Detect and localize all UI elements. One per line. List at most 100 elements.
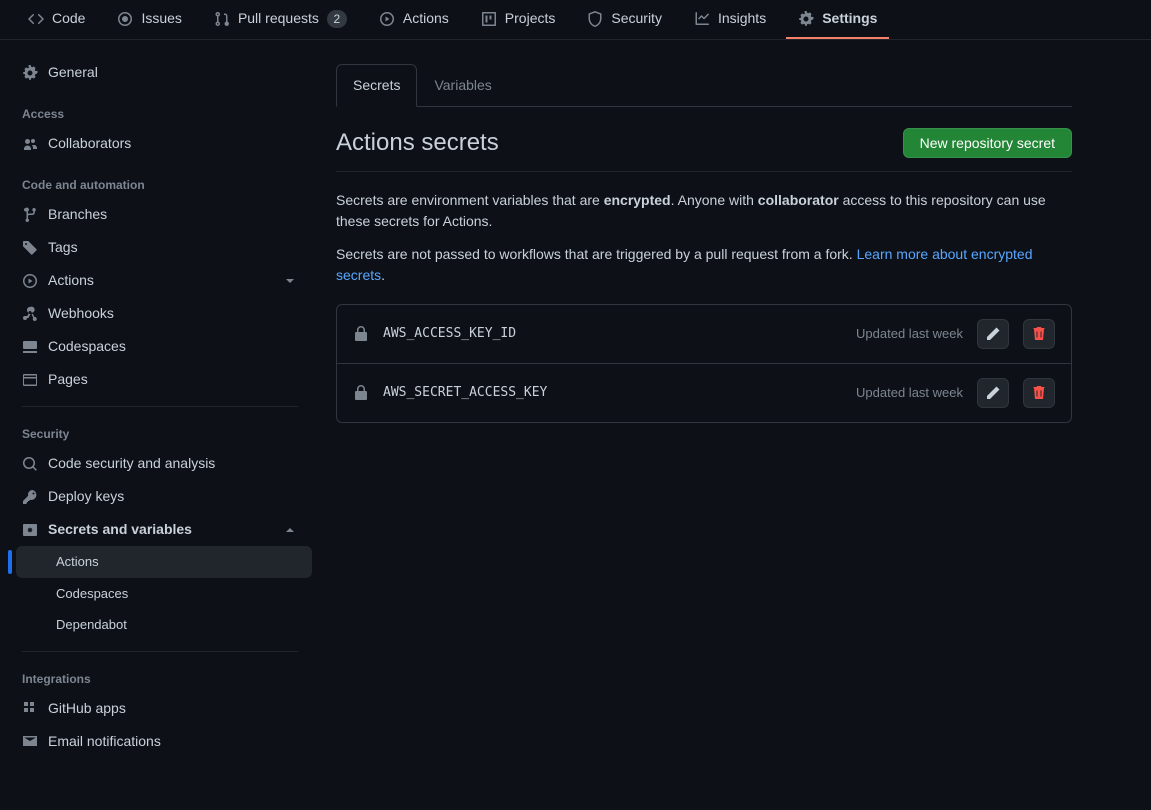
sidebar-webhooks[interactable]: Webhooks [8, 297, 312, 330]
sidebar-branches-label: Branches [48, 204, 107, 225]
sidebar-branches[interactable]: Branches [8, 198, 312, 231]
sidebar-sub-dependabot-label: Dependabot [56, 617, 127, 632]
key-icon [22, 489, 38, 505]
nav-pr-label: Pull requests [238, 8, 319, 29]
sidebar-heading-integrations: Integrations [8, 662, 312, 692]
secrets-description-2: Secrets are not passed to workflows that… [336, 244, 1072, 286]
repo-nav: Code Issues Pull requests 2 Actions Proj… [0, 0, 1151, 40]
nav-insights-label: Insights [718, 8, 766, 29]
code-icon [28, 11, 44, 27]
sidebar-general-label: General [48, 62, 98, 83]
webhook-icon [22, 306, 38, 322]
chevron-down-icon [282, 273, 298, 289]
nav-pull-requests[interactable]: Pull requests 2 [202, 0, 359, 39]
sidebar-github-apps[interactable]: GitHub apps [8, 692, 312, 725]
play-icon [22, 273, 38, 289]
nav-security-label: Security [611, 8, 662, 29]
nav-projects-label: Projects [505, 8, 556, 29]
new-secret-button[interactable]: New repository secret [903, 128, 1072, 158]
sidebar-tags-label: Tags [48, 237, 78, 258]
people-icon [22, 136, 38, 152]
sidebar-code-security-label: Code security and analysis [48, 453, 215, 474]
shield-icon [587, 11, 603, 27]
nav-settings-label: Settings [822, 8, 877, 29]
sidebar-deploy-keys[interactable]: Deploy keys [8, 480, 312, 513]
nav-actions-label: Actions [403, 8, 449, 29]
sidebar-secrets-variables[interactable]: Secrets and variables [8, 513, 312, 546]
secret-updated: Updated last week [856, 383, 963, 403]
sidebar-pages-label: Pages [48, 369, 88, 390]
sidebar-actions[interactable]: Actions [8, 264, 312, 297]
sidebar-webhooks-label: Webhooks [48, 303, 114, 324]
delete-secret-button[interactable] [1023, 319, 1055, 349]
sidebar-deploy-keys-label: Deploy keys [48, 486, 124, 507]
sidebar-heading-security: Security [8, 417, 312, 447]
secret-row: AWS_ACCESS_KEY_ID Updated last week [337, 305, 1071, 364]
sidebar-codespaces[interactable]: Codespaces [8, 330, 312, 363]
sidebar-general[interactable]: General [8, 56, 312, 89]
page-title: Actions secrets [336, 125, 499, 161]
secret-updated: Updated last week [856, 324, 963, 344]
lock-icon [353, 326, 369, 342]
sidebar-separator [22, 651, 298, 652]
tab-secrets[interactable]: Secrets [336, 64, 417, 107]
edit-secret-button[interactable] [977, 378, 1009, 408]
secrets-description-1: Secrets are environment variables that a… [336, 190, 1072, 232]
sidebar-sub-codespaces[interactable]: Codespaces [16, 578, 312, 610]
sidebar-github-apps-label: GitHub apps [48, 698, 126, 719]
trash-icon [1031, 385, 1047, 401]
gear-icon [22, 65, 38, 81]
sidebar-secrets-vars-label: Secrets and variables [48, 519, 192, 540]
trash-icon [1031, 326, 1047, 342]
sidebar-heading-access: Access [8, 97, 312, 127]
secret-name: AWS_SECRET_ACCESS_KEY [383, 383, 842, 403]
sidebar-collaborators-label: Collaborators [48, 133, 131, 154]
browser-icon [22, 372, 38, 388]
mail-icon [22, 733, 38, 749]
nav-security[interactable]: Security [575, 0, 674, 39]
sidebar-actions-label: Actions [48, 270, 94, 291]
nav-issues-label: Issues [141, 8, 181, 29]
settings-sidebar: General Access Collaborators Code and au… [0, 40, 320, 774]
delete-secret-button[interactable] [1023, 378, 1055, 408]
nav-projects[interactable]: Projects [469, 0, 568, 39]
secret-row: AWS_SECRET_ACCESS_KEY Updated last week [337, 364, 1071, 422]
key-asterisk-icon [22, 522, 38, 538]
sidebar-sub-codespaces-label: Codespaces [56, 586, 128, 601]
nav-settings[interactable]: Settings [786, 0, 889, 39]
nav-code[interactable]: Code [16, 0, 97, 39]
pr-count-badge: 2 [327, 10, 347, 28]
secret-name: AWS_ACCESS_KEY_ID [383, 324, 842, 344]
codespaces-icon [22, 339, 38, 355]
secrets-list: AWS_ACCESS_KEY_ID Updated last week AWS_… [336, 304, 1072, 423]
sidebar-sub-actions-label: Actions [56, 554, 99, 569]
issue-icon [117, 11, 133, 27]
sidebar-collaborators[interactable]: Collaborators [8, 127, 312, 160]
tab-variables[interactable]: Variables [417, 64, 508, 107]
sidebar-sub-dependabot[interactable]: Dependabot [16, 609, 312, 641]
main-content: Secrets Variables Actions secrets New re… [320, 40, 1120, 774]
secrets-tabs: Secrets Variables [336, 64, 1072, 107]
pencil-icon [985, 326, 1001, 342]
edit-secret-button[interactable] [977, 319, 1009, 349]
lock-icon [353, 385, 369, 401]
sidebar-tags[interactable]: Tags [8, 231, 312, 264]
nav-insights[interactable]: Insights [682, 0, 778, 39]
sidebar-pages[interactable]: Pages [8, 363, 312, 396]
chevron-up-icon [282, 522, 298, 538]
codescan-icon [22, 456, 38, 472]
graph-icon [694, 11, 710, 27]
apps-icon [22, 700, 38, 716]
sidebar-code-security[interactable]: Code security and analysis [8, 447, 312, 480]
sidebar-heading-code-auto: Code and automation [8, 168, 312, 198]
branch-icon [22, 207, 38, 223]
sidebar-email-notifications[interactable]: Email notifications [8, 725, 312, 758]
sidebar-separator [22, 406, 298, 407]
sidebar-codespaces-label: Codespaces [48, 336, 126, 357]
nav-issues[interactable]: Issues [105, 0, 193, 39]
play-icon [379, 11, 395, 27]
tag-icon [22, 240, 38, 256]
sidebar-sub-actions[interactable]: Actions [16, 546, 312, 578]
nav-code-label: Code [52, 8, 85, 29]
nav-actions[interactable]: Actions [367, 0, 461, 39]
